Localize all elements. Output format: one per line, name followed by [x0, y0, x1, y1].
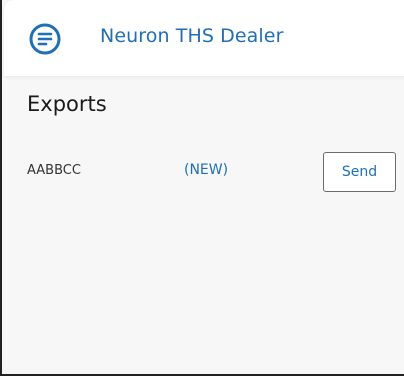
export-status-badge: (NEW) — [184, 162, 229, 178]
export-name: AABBCC — [27, 163, 81, 178]
app-frame: Neuron THS Dealer Exports AABBCC (NEW) S… — [0, 0, 404, 376]
page-title: Exports — [27, 92, 107, 116]
app-title: Neuron THS Dealer — [100, 25, 284, 47]
menu-lines-circle-icon[interactable] — [29, 23, 61, 55]
export-row: AABBCC (NEW) Send — [27, 152, 399, 192]
app-header: Neuron THS Dealer — [4, 0, 404, 76]
send-button[interactable]: Send — [323, 152, 396, 192]
